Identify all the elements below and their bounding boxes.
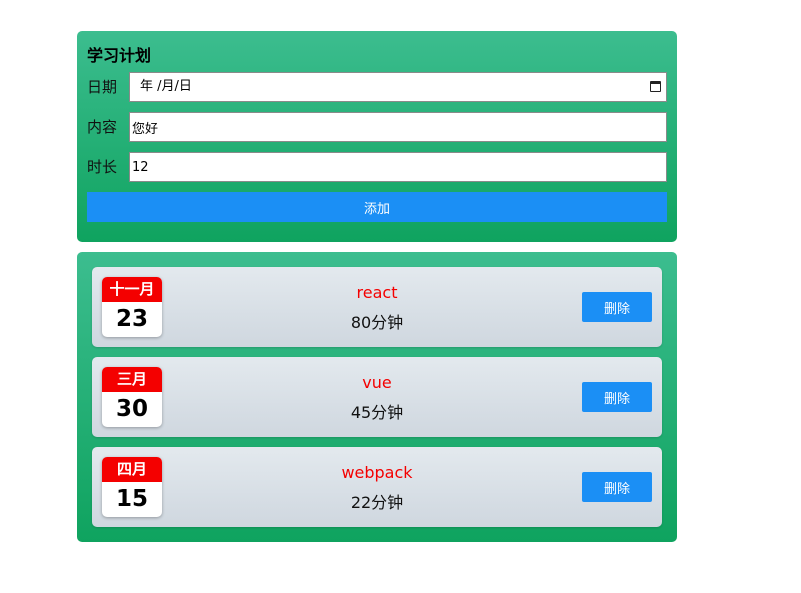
list-item: 三月 30 vue 45分钟 删除 xyxy=(92,357,662,437)
calendar-month: 四月 xyxy=(102,457,162,482)
calendar-day: 30 xyxy=(115,396,148,422)
duration-input[interactable] xyxy=(129,152,667,182)
calendar-badge: 十一月 23 xyxy=(102,277,162,337)
study-plan-list: 十一月 23 react 80分钟 删除 三月 30 vue 45分钟 删除 四… xyxy=(77,252,677,542)
date-label: 日期 xyxy=(87,78,118,96)
delete-button[interactable]: 删除 xyxy=(582,472,652,502)
item-title: vue xyxy=(362,373,392,392)
content-row: 内容 xyxy=(87,112,667,142)
item-duration: 22分钟 xyxy=(350,493,404,512)
calendar-day: 15 xyxy=(115,486,148,512)
form-title: 学习计划 xyxy=(87,46,152,65)
content-input[interactable] xyxy=(129,112,667,142)
item-duration: 45分钟 xyxy=(350,403,404,422)
date-input[interactable]: 年 /月/日 xyxy=(129,72,667,102)
list-item: 四月 15 webpack 22分钟 删除 xyxy=(92,447,662,527)
add-button[interactable]: 添加 xyxy=(87,192,667,222)
date-row: 日期 年 /月/日 xyxy=(87,72,667,102)
calendar-badge: 四月 15 xyxy=(102,457,162,517)
study-plan-form: 学习计划 日期 年 /月/日 内容 时长 添加 xyxy=(77,31,677,242)
calendar-month: 十一月 xyxy=(102,277,162,302)
item-title: react xyxy=(356,283,398,302)
duration-label: 时长 xyxy=(87,158,118,176)
calendar-day: 23 xyxy=(115,306,148,332)
delete-button[interactable]: 删除 xyxy=(582,382,652,412)
date-value: 年 /月/日 xyxy=(140,79,192,94)
list-item: 十一月 23 react 80分钟 删除 xyxy=(92,267,662,347)
calendar-badge: 三月 30 xyxy=(102,367,162,427)
calendar-icon[interactable] xyxy=(650,81,661,92)
calendar-month: 三月 xyxy=(102,367,162,392)
delete-button[interactable]: 删除 xyxy=(582,292,652,322)
item-title: webpack xyxy=(341,463,413,482)
duration-row: 时长 xyxy=(87,152,667,182)
item-duration: 80分钟 xyxy=(350,313,404,332)
content-label: 内容 xyxy=(87,118,118,136)
